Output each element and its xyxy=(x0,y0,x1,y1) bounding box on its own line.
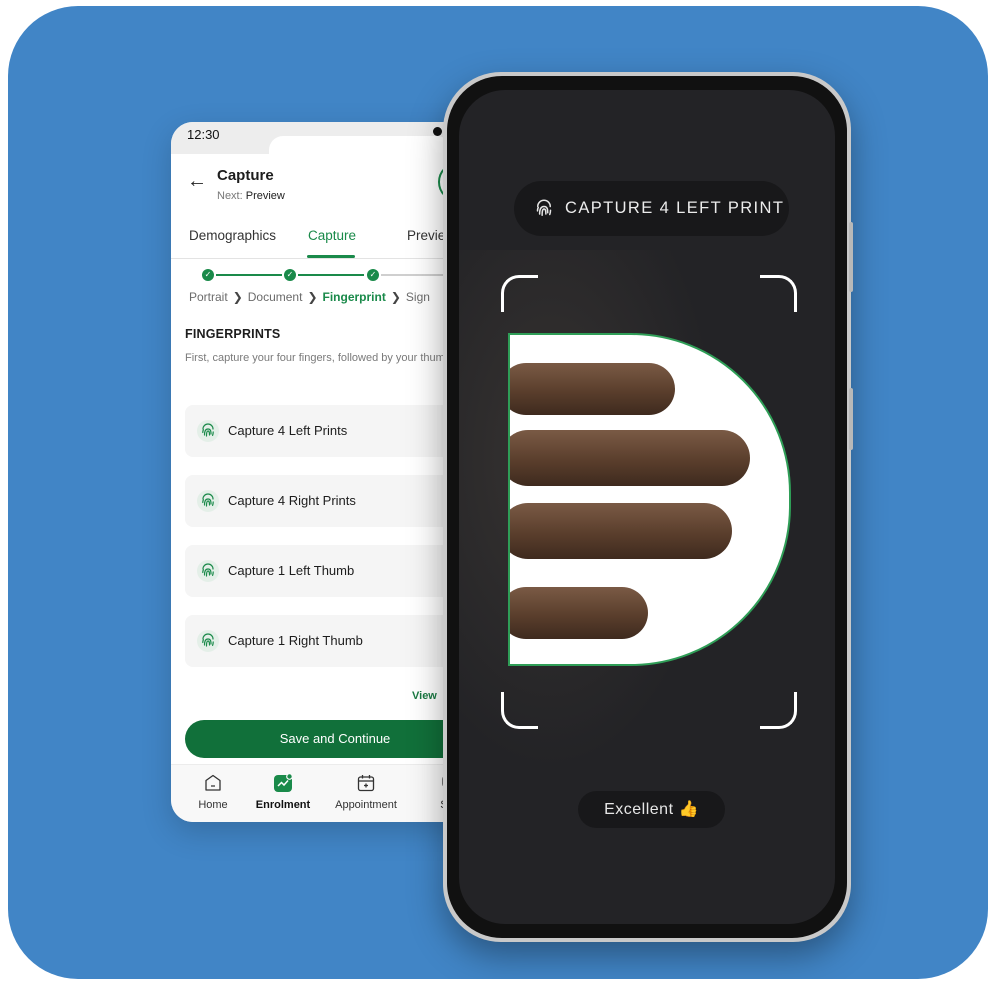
status-time: 12:30 xyxy=(187,127,220,142)
next-step-label: Next: xyxy=(217,190,243,202)
nav-item-appointment[interactable]: Appointment xyxy=(331,773,401,811)
step-connector xyxy=(298,274,364,276)
capture-item-label: Capture 1 Left Thumb xyxy=(228,563,355,578)
save-and-continue-button[interactable]: Save and Continue xyxy=(185,720,485,758)
tab-preview[interactable]: Previe xyxy=(407,228,445,243)
chevron-right-icon: ❯ xyxy=(390,290,401,304)
chevron-right-icon: ❯ xyxy=(232,290,243,304)
viewfinder-corner-bottom-right xyxy=(760,692,797,729)
capture-instruction-label: CAPTURE 4 LEFT PRINT xyxy=(565,199,785,217)
capture-left-prints-item[interactable]: Capture 4 Left Prints xyxy=(185,405,485,457)
thumbs-up-icon: 👍 xyxy=(678,801,699,818)
quality-result-pill: Excellent 👍 xyxy=(578,791,725,828)
phone-bezel: CAPTURE 4 LEFT PRINT Excellent 👍 xyxy=(447,76,847,938)
background-card: 12:30 ← Capture Next: Preview Demographi… xyxy=(8,6,988,979)
step-connector xyxy=(216,274,282,276)
breadcrumb: Portrait ❯ Document ❯ Fingerprint ❯ Sign xyxy=(189,290,430,304)
camera-phone: CAPTURE 4 LEFT PRINT Excellent 👍 xyxy=(443,72,853,942)
nav-label: Home xyxy=(198,799,228,811)
finger-image xyxy=(510,363,675,415)
capture-right-thumb-item[interactable]: Capture 1 Right Thumb xyxy=(185,615,485,667)
calendar-icon xyxy=(357,775,375,792)
capture-left-thumb-item[interactable]: Capture 1 Left Thumb xyxy=(185,545,485,597)
nav-item-home[interactable]: Home xyxy=(178,773,248,811)
notch xyxy=(269,136,451,158)
camera-capture-screen: CAPTURE 4 LEFT PRINT Excellent 👍 xyxy=(459,90,835,924)
capture-right-prints-item[interactable]: Capture 4 Right Prints xyxy=(185,475,485,527)
viewfinder-corner-top-left xyxy=(501,275,538,312)
step-complete-check-icon: ✓ xyxy=(284,269,296,281)
finger-capture-frame xyxy=(508,333,791,666)
nav-label: Appointment xyxy=(335,799,397,811)
breadcrumb-sign[interactable]: Sign xyxy=(406,290,430,304)
tab-demographics[interactable]: Demographics xyxy=(189,228,276,243)
fingerprint-icon xyxy=(536,199,552,216)
view-link[interactable]: View xyxy=(412,690,437,702)
fingerprint-icon xyxy=(197,560,219,582)
section-description: First, capture your four fingers, follow… xyxy=(185,352,455,364)
finger-image xyxy=(510,503,732,559)
breadcrumb-portrait[interactable]: Portrait xyxy=(189,290,228,304)
active-tab-indicator xyxy=(307,255,355,258)
breadcrumb-document[interactable]: Document xyxy=(248,290,303,304)
volume-button xyxy=(849,222,853,292)
nav-item-enrolment[interactable]: Enrolment xyxy=(248,773,318,811)
section-title: FINGERPRINTS xyxy=(185,327,281,341)
step-complete-check-icon: ✓ xyxy=(202,269,214,281)
fingerprint-icon xyxy=(197,630,219,652)
viewfinder-corner-bottom-left xyxy=(501,692,538,729)
home-icon xyxy=(205,774,221,791)
finger-image xyxy=(510,587,648,639)
battery-icon xyxy=(433,127,442,136)
page-title: Capture xyxy=(217,167,274,184)
fingerprint-icon xyxy=(197,490,219,512)
quality-label: Excellent xyxy=(604,801,674,818)
capture-item-label: Capture 4 Left Prints xyxy=(228,423,348,438)
step-complete-check-icon: ✓ xyxy=(367,269,379,281)
next-step-hint: Next: Preview xyxy=(217,190,285,202)
power-button xyxy=(849,388,853,450)
next-step-value: Preview xyxy=(245,190,285,202)
nav-label: Enrolment xyxy=(255,799,311,811)
finger-image xyxy=(510,430,750,486)
viewfinder-corner-top-right xyxy=(760,275,797,312)
enrolment-icon xyxy=(274,773,293,792)
capture-item-label: Capture 1 Right Thumb xyxy=(228,633,363,648)
capture-instruction-pill: CAPTURE 4 LEFT PRINT xyxy=(514,181,789,236)
breadcrumb-fingerprint[interactable]: Fingerprint xyxy=(323,290,386,304)
capture-item-label: Capture 4 Right Prints xyxy=(228,493,356,508)
tab-capture[interactable]: Capture xyxy=(308,228,356,243)
chevron-right-icon: ❯ xyxy=(307,290,318,304)
fingerprint-icon xyxy=(197,420,219,442)
back-arrow-icon[interactable]: ← xyxy=(187,170,207,193)
